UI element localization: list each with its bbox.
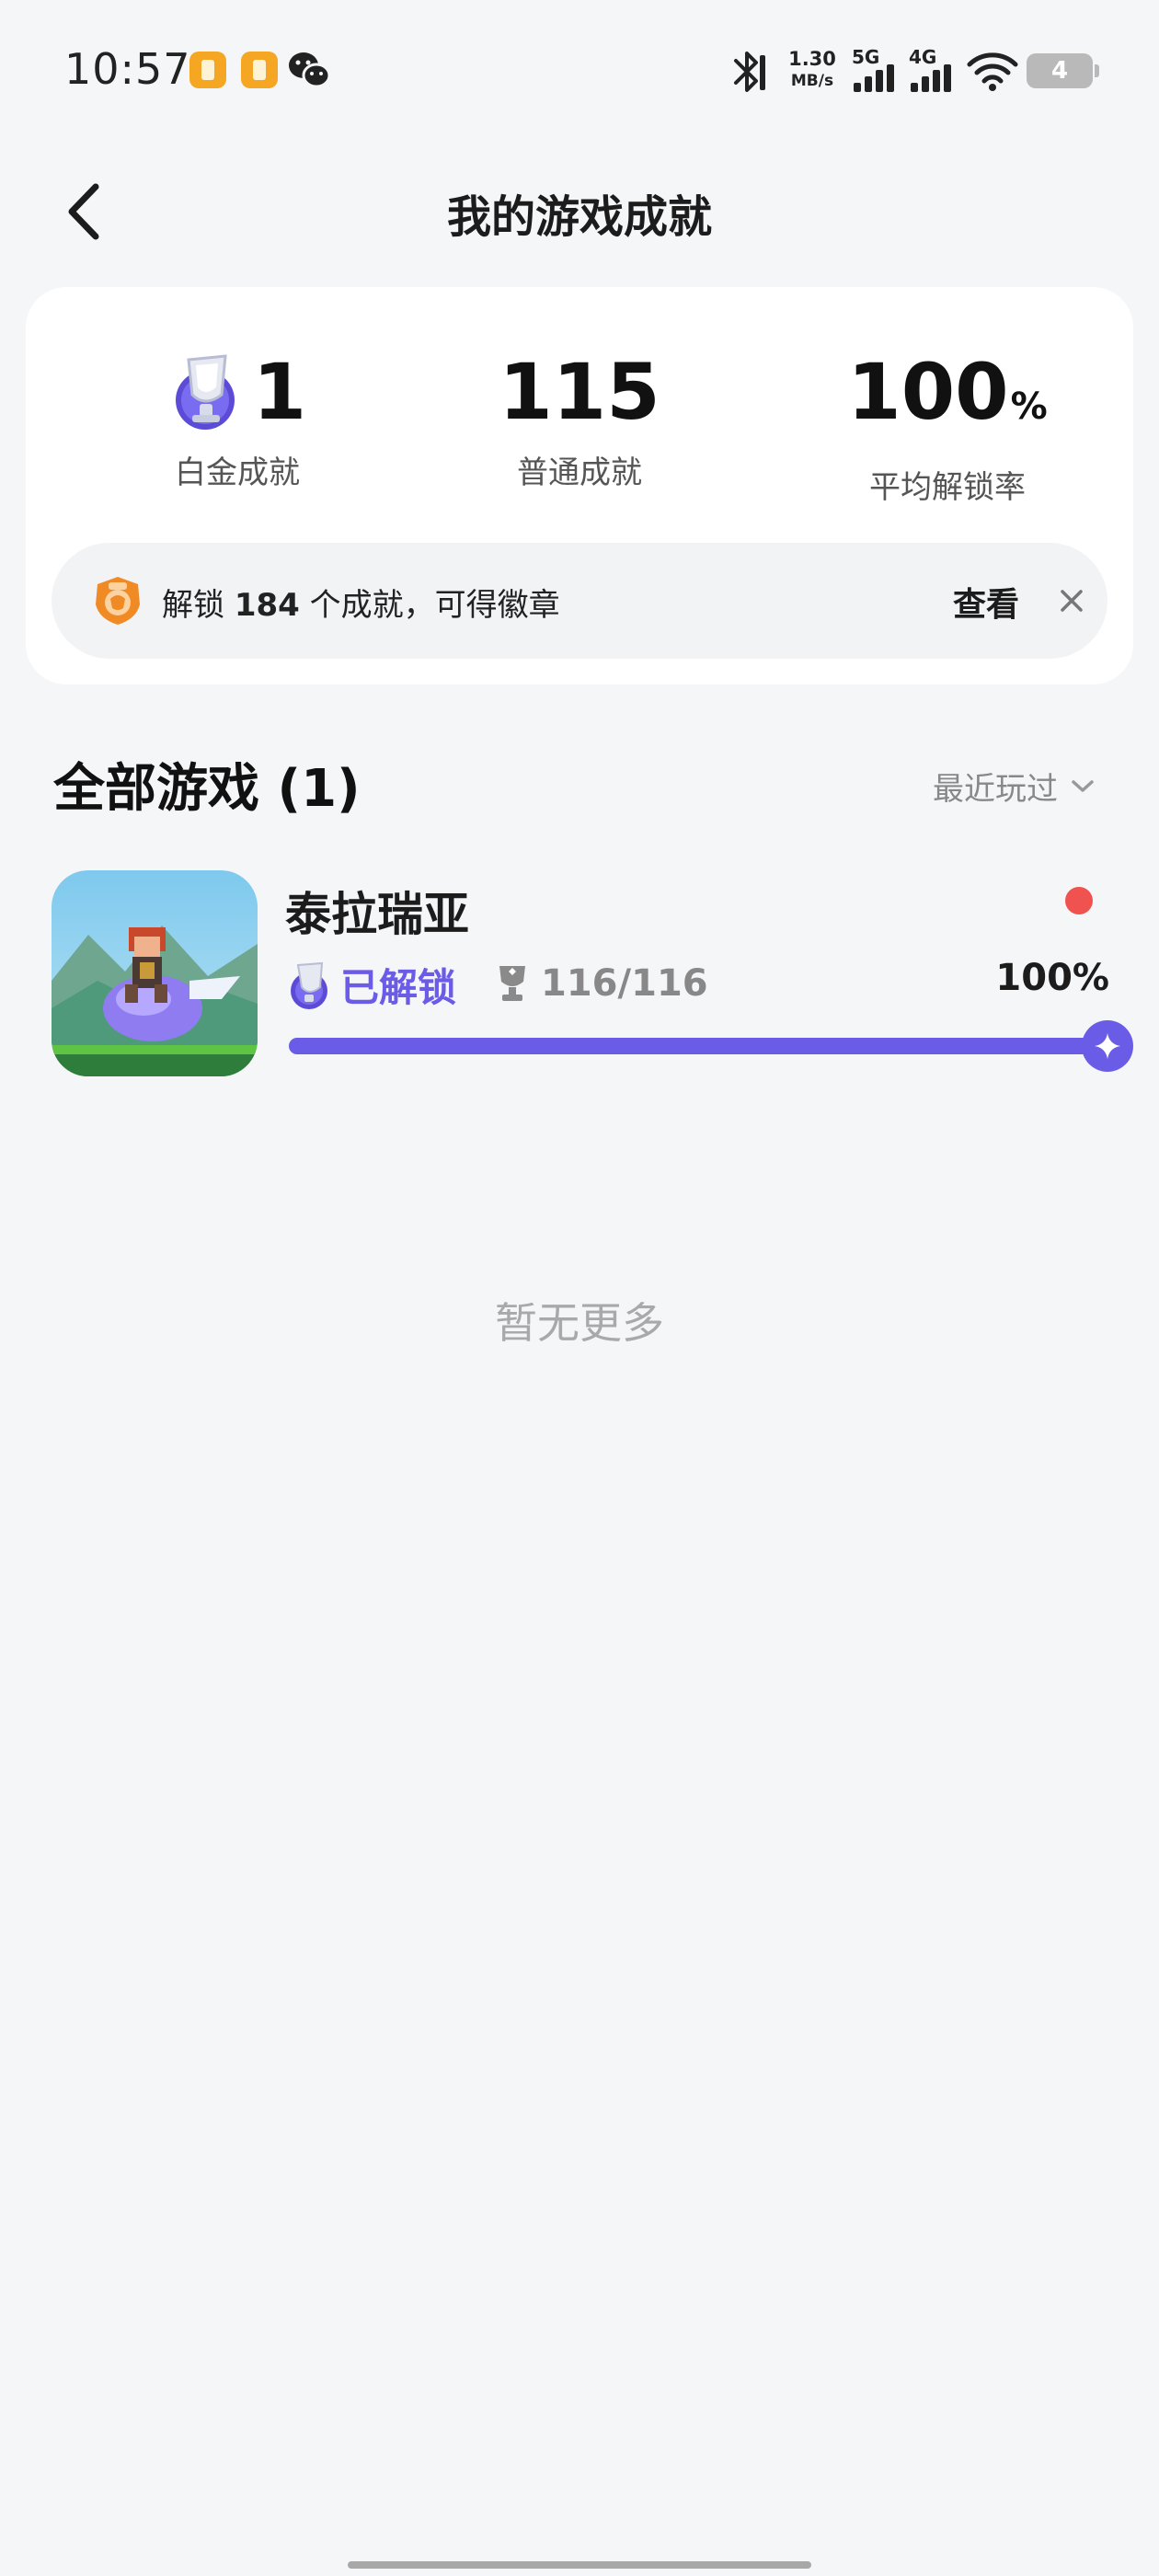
sort-dropdown-label: 最近玩过 bbox=[933, 771, 1058, 808]
achievement-summary-card: 1 白金成就 115 普通成就 100 % 平均解锁率 解锁 184 个成就，可… bbox=[26, 287, 1133, 684]
game-progress-fill bbox=[289, 1038, 1107, 1054]
normal-count: 115 bbox=[499, 347, 660, 437]
unlock-rate-unit: % bbox=[1010, 385, 1048, 428]
chevron-down-icon bbox=[1072, 779, 1094, 792]
platinum-count: 1 bbox=[252, 347, 307, 437]
notification-app-icon bbox=[189, 52, 226, 88]
unlocked-label: 已解锁 bbox=[340, 965, 457, 1010]
page-title: 我的游戏成就 bbox=[446, 191, 712, 243]
all-games-title: 全部游戏 (1) bbox=[53, 759, 361, 819]
game-progress-percent: 100% bbox=[995, 957, 1109, 999]
banner-achievement-count: 184 bbox=[234, 587, 300, 624]
unlock-rate-value: 100 bbox=[847, 347, 1009, 437]
progress-sparkle-icon bbox=[1082, 1020, 1133, 1072]
sparkle-icon bbox=[1095, 1033, 1120, 1059]
bluetooth-icon bbox=[734, 52, 765, 92]
achievement-count-value: 116/116 bbox=[541, 962, 708, 1005]
platinum-label: 白金成就 bbox=[175, 454, 300, 491]
trophy-icon bbox=[499, 966, 525, 1001]
network-speed-value: 1.30 bbox=[788, 48, 836, 70]
wifi-icon bbox=[967, 52, 1018, 91]
wechat-icon bbox=[289, 52, 331, 88]
banner-text-prefix: 解锁 bbox=[162, 587, 235, 624]
platinum-achievements-stat: 1 白金成就 bbox=[72, 346, 403, 492]
unlock-rate-label: 平均解锁率 bbox=[869, 469, 1026, 506]
normal-label: 普通成就 bbox=[517, 454, 642, 491]
sort-dropdown[interactable]: 最近玩过 bbox=[933, 764, 1095, 809]
network-speed-unit: MB/s bbox=[790, 72, 834, 90]
no-more-text: 暂无更多 bbox=[495, 1298, 664, 1348]
new-indicator-dot bbox=[1065, 887, 1093, 914]
terraria-game-icon bbox=[52, 870, 258, 1076]
badge-icon bbox=[96, 577, 140, 625]
view-badge-button[interactable]: 查看 bbox=[953, 578, 1019, 626]
platinum-unlocked-badge: 已解锁 bbox=[285, 957, 456, 1013]
notification-app-icon bbox=[241, 52, 278, 88]
status-bar: 10:57 1.30 MB/s 5G 4G 4 bbox=[0, 0, 1159, 138]
signal-icon bbox=[854, 64, 898, 92]
unlock-rate-stat: 100 % 平均解锁率 bbox=[782, 346, 1113, 507]
badge-banner: 解锁 184 个成就，可得徽章 查看 bbox=[52, 543, 1107, 659]
battery-icon: 4 bbox=[1027, 53, 1099, 88]
status-time: 10:57 bbox=[64, 44, 191, 94]
home-indicator[interactable] bbox=[348, 2561, 811, 2569]
banner-text-suffix: 个成就，可得徽章 bbox=[299, 587, 560, 624]
achievement-count: 116/116 bbox=[497, 962, 708, 1005]
badge-banner-text: 解锁 184 个成就，可得徽章 bbox=[162, 580, 560, 625]
game-name: 泰拉瑞亚 bbox=[285, 888, 469, 941]
game-progress-bar bbox=[289, 1038, 1107, 1054]
network-speed: 1.30 MB/s bbox=[784, 48, 841, 92]
platinum-trophy-icon bbox=[175, 354, 235, 430]
game-list-item[interactable]: 泰拉瑞亚 已解锁 116/116 100% bbox=[52, 870, 1133, 1080]
close-icon[interactable] bbox=[1054, 583, 1089, 618]
normal-achievements-stat: 115 普通成就 bbox=[414, 346, 745, 492]
signal-icon bbox=[911, 64, 955, 92]
platinum-trophy-icon bbox=[291, 961, 327, 1009]
